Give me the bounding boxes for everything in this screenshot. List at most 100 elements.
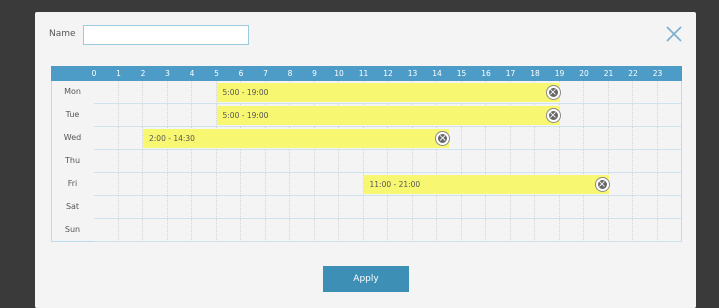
hour-cell[interactable] bbox=[560, 196, 584, 219]
hour-cell[interactable] bbox=[315, 173, 339, 196]
hour-cell[interactable] bbox=[168, 219, 192, 242]
hour-cell[interactable] bbox=[511, 196, 535, 219]
hour-cell[interactable] bbox=[94, 150, 119, 173]
hour-cell[interactable] bbox=[290, 150, 315, 173]
hour-cell[interactable] bbox=[119, 127, 143, 150]
hour-cell[interactable] bbox=[217, 173, 241, 196]
hour-cell[interactable] bbox=[290, 196, 315, 219]
hour-cell[interactable] bbox=[633, 127, 658, 150]
hour-cell[interactable] bbox=[94, 127, 119, 150]
hour-cell[interactable] bbox=[486, 219, 511, 242]
hour-cell[interactable] bbox=[535, 196, 560, 219]
hour-cell[interactable] bbox=[364, 150, 388, 173]
hour-cell[interactable] bbox=[511, 127, 535, 150]
hour-cell[interactable] bbox=[560, 104, 584, 127]
hour-cell[interactable] bbox=[94, 173, 119, 196]
hour-cell[interactable] bbox=[535, 127, 560, 150]
hour-cell[interactable] bbox=[315, 196, 339, 219]
day-row[interactable] bbox=[94, 196, 682, 219]
remove-icon[interactable] bbox=[546, 86, 560, 99]
hour-cell[interactable] bbox=[119, 196, 143, 219]
hour-cell[interactable] bbox=[119, 173, 143, 196]
hour-cell[interactable] bbox=[609, 173, 633, 196]
hour-cell[interactable] bbox=[609, 219, 633, 242]
hour-cell[interactable] bbox=[658, 173, 682, 196]
hour-cell[interactable] bbox=[584, 196, 609, 219]
hour-cell[interactable] bbox=[143, 81, 168, 104]
hour-cell[interactable] bbox=[192, 196, 217, 219]
hour-cell[interactable] bbox=[266, 173, 290, 196]
hour-cell[interactable] bbox=[658, 150, 682, 173]
hour-cell[interactable] bbox=[609, 81, 633, 104]
hour-cell[interactable] bbox=[119, 150, 143, 173]
hour-cell[interactable] bbox=[266, 196, 290, 219]
hour-cell[interactable] bbox=[633, 81, 658, 104]
hour-cell[interactable] bbox=[192, 219, 217, 242]
hour-cell[interactable] bbox=[94, 104, 119, 127]
hour-cell[interactable] bbox=[364, 196, 388, 219]
hour-cell[interactable] bbox=[388, 219, 413, 242]
hour-cell[interactable] bbox=[462, 196, 486, 219]
hour-cell[interactable] bbox=[192, 150, 217, 173]
hour-cell[interactable] bbox=[535, 219, 560, 242]
hour-cell[interactable] bbox=[560, 219, 584, 242]
hour-cell[interactable] bbox=[119, 81, 143, 104]
hour-cell[interactable] bbox=[437, 219, 462, 242]
hour-cell[interactable] bbox=[290, 173, 315, 196]
hour-cell[interactable] bbox=[339, 196, 364, 219]
hour-cell[interactable] bbox=[315, 219, 339, 242]
hour-cell[interactable] bbox=[584, 81, 609, 104]
hour-cell[interactable] bbox=[462, 150, 486, 173]
hour-cell[interactable] bbox=[462, 127, 486, 150]
hour-cell[interactable] bbox=[658, 219, 682, 242]
hour-cell[interactable] bbox=[266, 150, 290, 173]
hour-cell[interactable] bbox=[633, 173, 658, 196]
hour-cell[interactable] bbox=[511, 219, 535, 242]
hour-cell[interactable] bbox=[658, 104, 682, 127]
hour-cell[interactable] bbox=[266, 219, 290, 242]
hour-cell[interactable] bbox=[119, 104, 143, 127]
hour-cell[interactable] bbox=[486, 150, 511, 173]
hour-cell[interactable] bbox=[168, 173, 192, 196]
hour-cell[interactable] bbox=[609, 104, 633, 127]
hour-cell[interactable] bbox=[241, 150, 266, 173]
hour-cell[interactable] bbox=[584, 104, 609, 127]
hour-cell[interactable] bbox=[143, 219, 168, 242]
hour-cell[interactable] bbox=[119, 219, 143, 242]
hour-cell[interactable] bbox=[192, 81, 217, 104]
hour-cell[interactable] bbox=[290, 219, 315, 242]
schedule-bar[interactable]: 5:00 - 19:00 bbox=[216, 106, 560, 125]
hour-cell[interactable] bbox=[94, 219, 119, 242]
apply-button[interactable]: Apply bbox=[323, 266, 409, 292]
name-input[interactable] bbox=[83, 25, 249, 45]
hour-cell[interactable] bbox=[413, 196, 437, 219]
hour-cell[interactable] bbox=[633, 219, 658, 242]
hour-cell[interactable] bbox=[413, 219, 437, 242]
hour-cell[interactable] bbox=[609, 150, 633, 173]
hour-cell[interactable] bbox=[633, 196, 658, 219]
remove-icon[interactable] bbox=[595, 178, 609, 191]
schedule-bar[interactable]: 2:00 - 14:30 bbox=[143, 129, 450, 148]
hour-cell[interactable] bbox=[658, 81, 682, 104]
hour-cell[interactable] bbox=[241, 219, 266, 242]
hour-cell[interactable] bbox=[143, 173, 168, 196]
hour-cell[interactable] bbox=[339, 150, 364, 173]
hour-cell[interactable] bbox=[217, 196, 241, 219]
hour-cell[interactable] bbox=[388, 150, 413, 173]
hour-cell[interactable] bbox=[364, 219, 388, 242]
hour-cell[interactable] bbox=[339, 219, 364, 242]
hour-cell[interactable] bbox=[168, 81, 192, 104]
schedule-bar[interactable]: 11:00 - 21:00 bbox=[363, 175, 609, 194]
hour-cell[interactable] bbox=[241, 173, 266, 196]
hour-cell[interactable] bbox=[143, 150, 168, 173]
hour-cell[interactable] bbox=[413, 150, 437, 173]
hour-cell[interactable] bbox=[584, 219, 609, 242]
hour-cell[interactable] bbox=[437, 196, 462, 219]
remove-icon[interactable] bbox=[436, 132, 450, 145]
hour-cell[interactable] bbox=[437, 150, 462, 173]
hour-cell[interactable] bbox=[339, 173, 364, 196]
hour-cell[interactable] bbox=[143, 196, 168, 219]
hour-cell[interactable] bbox=[486, 196, 511, 219]
hour-cell[interactable] bbox=[94, 196, 119, 219]
schedule-bar[interactable]: 5:00 - 19:00 bbox=[216, 83, 560, 102]
